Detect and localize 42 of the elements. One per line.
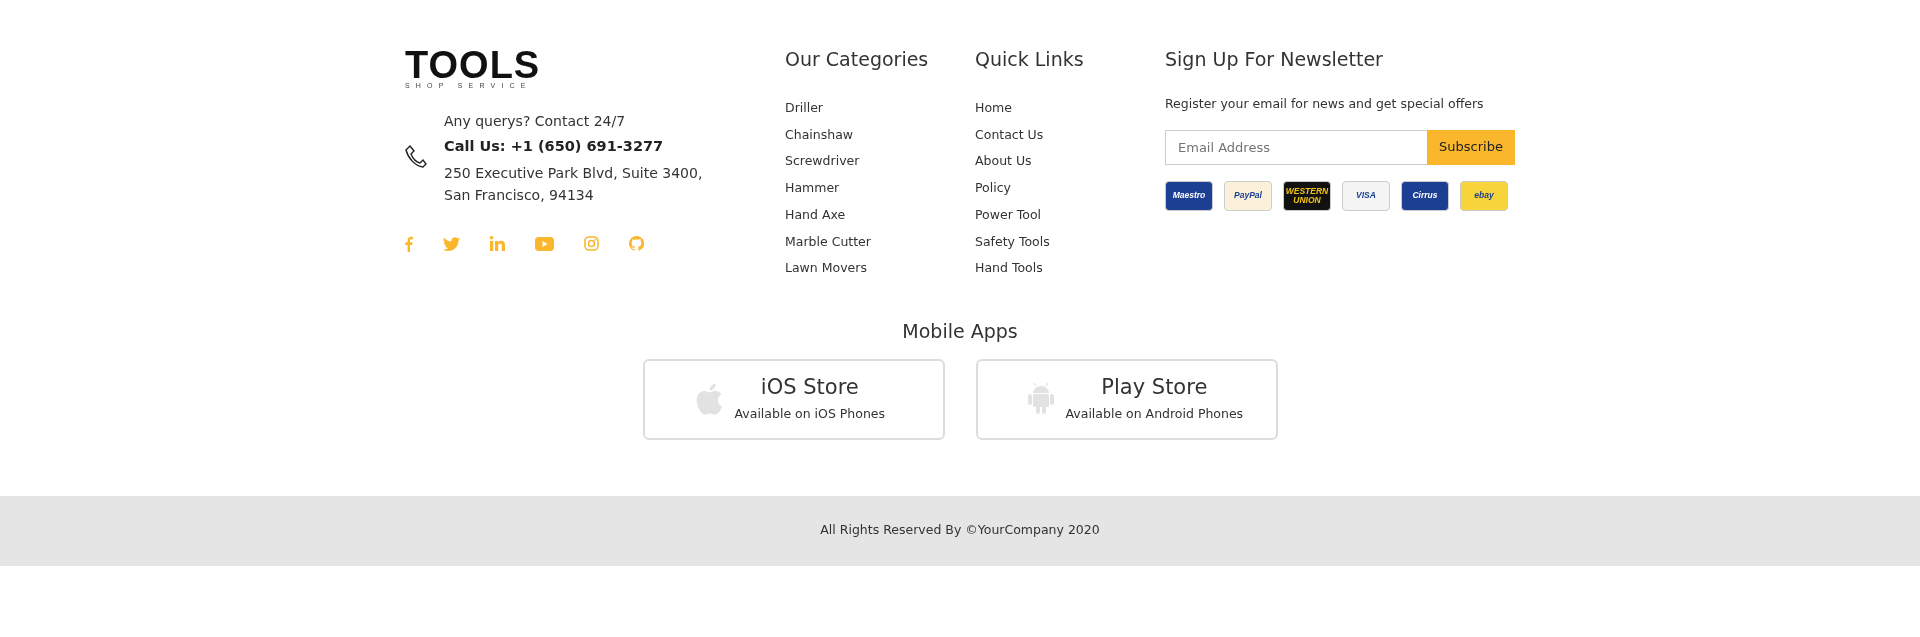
apple-icon [694, 383, 723, 416]
quick-links-heading: Quick Links [975, 48, 1085, 71]
facebook-icon[interactable] [405, 235, 413, 252]
footer-link[interactable]: Policy [975, 179, 1011, 198]
payment-logo: WESTERN UNION [1283, 180, 1331, 211]
footer-link[interactable]: Power Tool [975, 205, 1042, 225]
copyright-text: All Rights Reserved By ©YourCompany 2020 [820, 521, 1100, 540]
address: 250 Executive Park Blvd, Suite 3400, San Francisco, 94134 [444, 163, 703, 205]
footer-link[interactable]: Screwdriver [785, 152, 860, 172]
github-icon[interactable] [629, 236, 644, 252]
phone-icon [405, 143, 427, 167]
subscribe-button[interactable]: Subscribe [1427, 129, 1515, 165]
email-field[interactable]: Email Address [1165, 129, 1427, 165]
footer-link[interactable]: About Us [975, 152, 1032, 172]
newsletter-heading: Sign Up For Newsletter [1165, 48, 1384, 71]
footer-link[interactable]: Driller [785, 98, 823, 118]
payment-logo: PayPal [1224, 180, 1272, 211]
instagram-icon[interactable] [584, 236, 599, 252]
twitter-icon[interactable] [443, 236, 460, 251]
youtube-icon[interactable] [535, 236, 554, 251]
categories-heading: Our Categories [785, 48, 930, 71]
footer-link[interactable]: Hammer [785, 179, 840, 198]
payment-logo: Cirrus [1401, 180, 1449, 211]
payment-logo: Maestro [1165, 180, 1213, 211]
android-icon [1027, 383, 1054, 416]
footer-link[interactable]: Chainshaw [785, 125, 854, 145]
newsletter-text: Register your email for news and get special offers [1165, 94, 1485, 113]
footer-link[interactable]: Lawn Movers [785, 259, 867, 279]
footer-link[interactable]: Hand Axe [785, 205, 846, 225]
footer-link[interactable]: Safety Tools [975, 232, 1050, 252]
apps-heading: Mobile Apps [902, 320, 1018, 343]
footer-link[interactable]: Marble Cutter [785, 232, 871, 252]
footer-link[interactable]: Contact Us [975, 125, 1044, 145]
payment-logo: VISA [1342, 180, 1390, 211]
payment-logo: ebay [1460, 180, 1508, 211]
contact-note: Any querys? Contact 24/7 [444, 112, 627, 131]
phone-number: Call Us: +1 (650) 691-3277 [444, 137, 665, 156]
app-store-card[interactable]: Play Store Available on Android Phones [975, 358, 1278, 440]
app-store-card[interactable]: iOS Store Available on iOS Phones [642, 358, 945, 440]
footer-link[interactable]: Hand Tools [975, 259, 1043, 279]
linkedin-icon[interactable] [490, 236, 505, 252]
footer-link[interactable]: Home [975, 98, 1012, 118]
